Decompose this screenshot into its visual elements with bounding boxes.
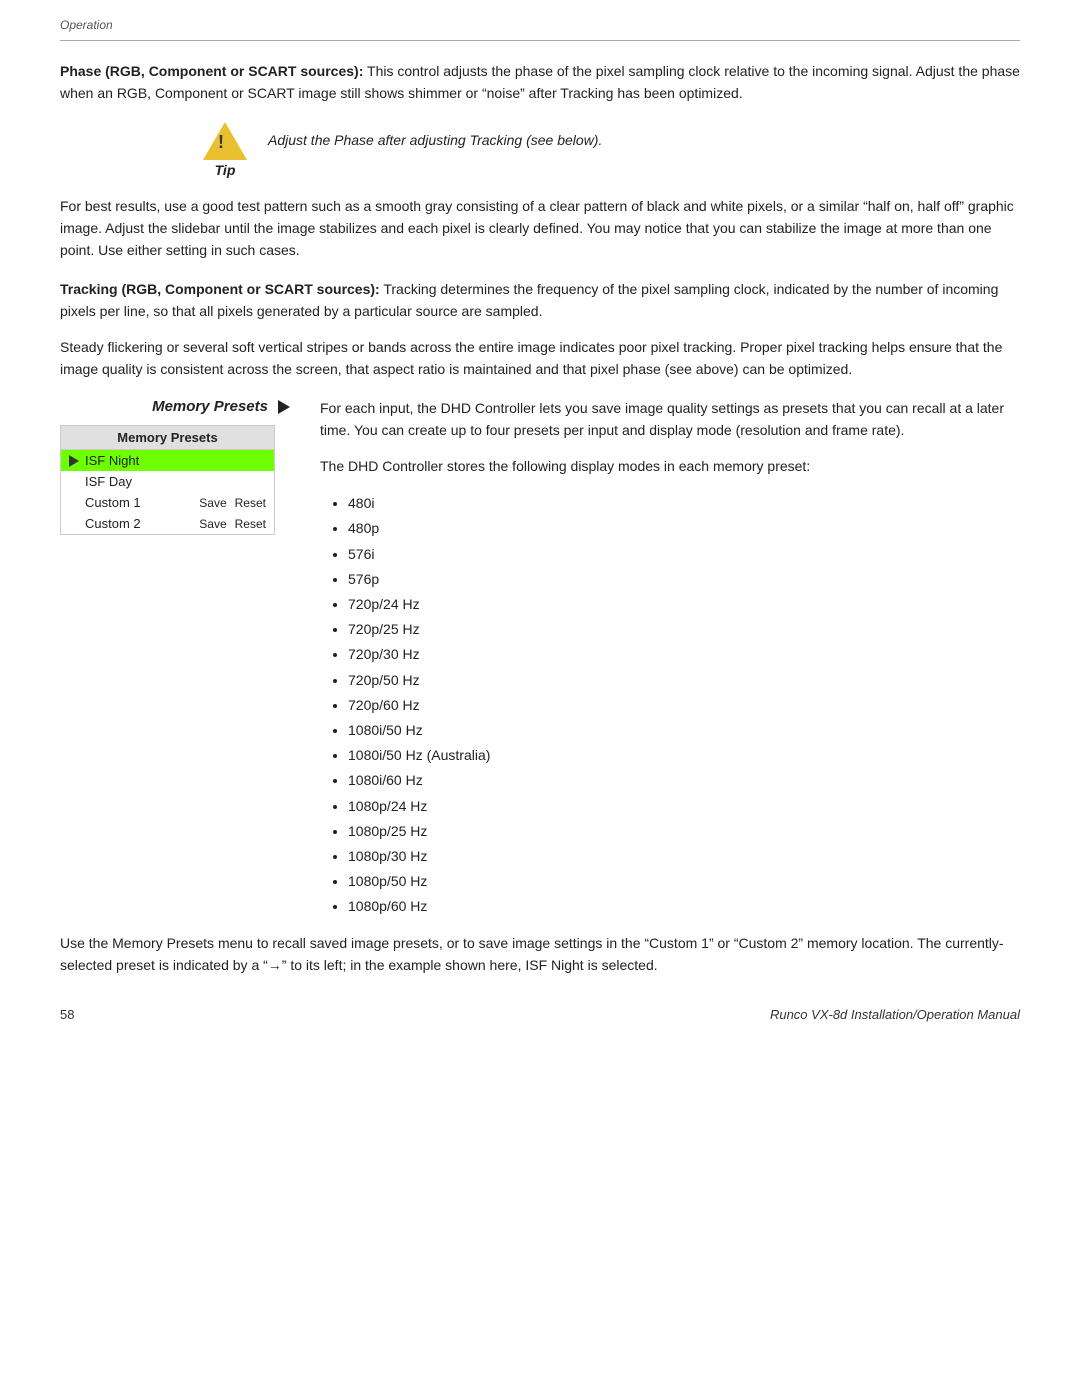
memory-presets-right: For each input, the DHD Controller lets … (320, 398, 1020, 933)
manual-title: Runco VX-8d Installation/Operation Manua… (770, 1007, 1020, 1022)
tip-icon-container: Tip (200, 122, 250, 178)
list-item: 720p/50 Hz (348, 668, 1020, 693)
page-footer: 58 Runco VX-8d Installation/Operation Ma… (0, 997, 1080, 1032)
tracking-paragraph: Tracking (RGB, Component or SCART source… (60, 279, 1020, 322)
list-item: 480p (348, 516, 1020, 541)
memory-presets-intro: For each input, the DHD Controller lets … (320, 398, 1020, 441)
memory-presets-box: Memory Presets ISF Night ISF Day Custom … (60, 425, 275, 535)
list-item: 720p/24 Hz (348, 592, 1020, 617)
phase-paragraph: Phase (RGB, Component or SCART sources):… (60, 61, 1020, 104)
list-item: 480i (348, 491, 1020, 516)
phase-heading: Phase (RGB, Component or SCART sources): (60, 63, 363, 79)
list-item: 576i (348, 542, 1020, 567)
breadcrumb: Operation (0, 0, 1080, 32)
breadcrumb-label: Operation (60, 18, 113, 32)
preset-selected-arrow-icon (69, 455, 79, 467)
memory-presets-title: Memory Presets (152, 398, 268, 415)
memory-presets-heading: Memory Presets (60, 398, 290, 415)
preset-name-isf-day: ISF Day (69, 474, 266, 489)
list-item: 1080p/50 Hz (348, 869, 1020, 894)
memory-presets-footer-text: Use the Memory Presets menu to recall sa… (60, 933, 1020, 976)
tip-triangle-icon (203, 122, 247, 160)
preset-row-isf-day[interactable]: ISF Day (61, 471, 274, 492)
tip-label: Tip (215, 162, 236, 178)
main-content: Phase (RGB, Component or SCART sources):… (0, 41, 1080, 977)
preset-reset-custom1[interactable]: Reset (235, 496, 266, 510)
list-item: 1080p/25 Hz (348, 819, 1020, 844)
tracking-body-text: Steady flickering or several soft vertic… (60, 337, 1020, 380)
preset-name-isf-night: ISF Night (85, 453, 266, 468)
phase-section: Phase (RGB, Component or SCART sources):… (60, 61, 1020, 104)
tracking-heading: Tracking (RGB, Component or SCART source… (60, 281, 380, 297)
list-item: 1080p/24 Hz (348, 794, 1020, 819)
page-number: 58 (60, 1007, 74, 1022)
display-modes-list: 480i 480p 576i 576p 720p/24 Hz 720p/25 H… (320, 491, 1020, 919)
phase-body-section: For best results, use a good test patter… (60, 196, 1020, 261)
list-item: 1080p/60 Hz (348, 894, 1020, 919)
preset-save-custom1[interactable]: Save (199, 496, 226, 510)
memory-presets-left: Memory Presets Memory Presets ISF Night … (60, 398, 290, 933)
preset-reset-custom2[interactable]: Reset (235, 517, 266, 531)
list-item: 1080i/50 Hz (348, 718, 1020, 743)
page: Operation Phase (RGB, Component or SCART… (0, 0, 1080, 1397)
memory-presets-arrow-icon (278, 400, 290, 414)
list-item: 576p (348, 567, 1020, 592)
memory-presets-footer-text-block: Use the Memory Presets menu to recall sa… (60, 933, 1020, 976)
list-item: 1080i/50 Hz (Australia) (348, 743, 1020, 768)
tip-box: Tip Adjust the Phase after adjusting Tra… (200, 122, 1020, 178)
memory-presets-section: Memory Presets Memory Presets ISF Night … (60, 398, 1020, 933)
list-item: 1080i/60 Hz (348, 768, 1020, 793)
preset-name-custom2: Custom 2 (69, 516, 199, 531)
preset-save-custom2[interactable]: Save (199, 517, 226, 531)
preset-row-custom2[interactable]: Custom 2 Save Reset (61, 513, 274, 534)
preset-row-custom1[interactable]: Custom 1 Save Reset (61, 492, 274, 513)
tracking-section: Tracking (RGB, Component or SCART source… (60, 279, 1020, 380)
presets-box-header: Memory Presets (61, 426, 274, 450)
tip-text: Adjust the Phase after adjusting Trackin… (268, 122, 602, 151)
preset-row-isf-night[interactable]: ISF Night (61, 450, 274, 471)
preset-name-custom1: Custom 1 (69, 495, 199, 510)
list-item: 720p/25 Hz (348, 617, 1020, 642)
phase-body-text: For best results, use a good test patter… (60, 196, 1020, 261)
list-item: 720p/30 Hz (348, 642, 1020, 667)
list-item: 1080p/30 Hz (348, 844, 1020, 869)
memory-presets-stores-text: The DHD Controller stores the following … (320, 456, 1020, 478)
list-item: 720p/60 Hz (348, 693, 1020, 718)
